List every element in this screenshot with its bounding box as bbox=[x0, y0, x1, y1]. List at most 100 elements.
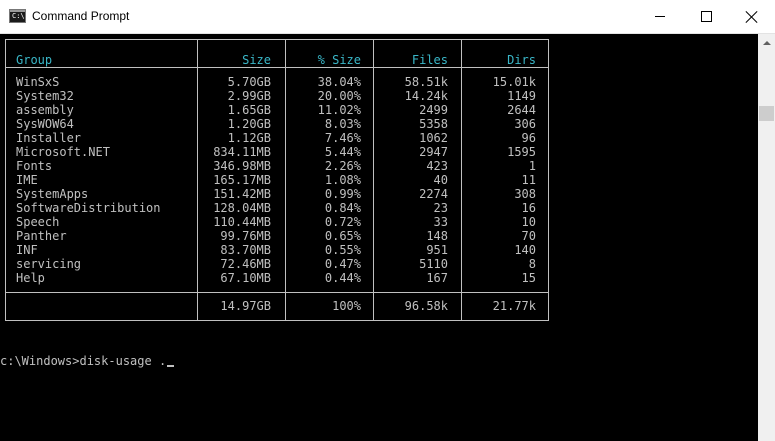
column-header-dirs: Dirs bbox=[507, 53, 536, 67]
arrow-up-icon bbox=[762, 40, 771, 45]
percent-cell: 2.26% bbox=[324, 159, 361, 173]
cmd-icon-glyph: C:\ bbox=[12, 12, 25, 20]
dirs-cell: 1 bbox=[528, 159, 536, 173]
group-cell: Panther bbox=[16, 229, 67, 243]
files-cell: 33 bbox=[433, 215, 448, 229]
cmd-icon: C:\ bbox=[9, 9, 26, 23]
size-cell: 110.44MB bbox=[213, 215, 271, 229]
dirs-cell: 140 bbox=[514, 243, 536, 257]
column-header-percent-size: % Size bbox=[317, 53, 361, 67]
percent-cell: 5.44% bbox=[324, 145, 361, 159]
dirs-cell: 8 bbox=[528, 257, 536, 271]
files-cell: 14.24k bbox=[404, 89, 448, 103]
dirs-cell: 308 bbox=[514, 187, 536, 201]
maximize-button[interactable] bbox=[683, 0, 729, 33]
size-cell: 1.20GB bbox=[227, 117, 271, 131]
size-cell: 1.65GB bbox=[227, 103, 271, 117]
percent-cell: 0.55% bbox=[324, 243, 361, 257]
dirs-cell: 1595 bbox=[507, 145, 536, 159]
group-cell: INF bbox=[16, 243, 38, 257]
dirs-cell: 15 bbox=[521, 271, 536, 285]
files-cell: 40 bbox=[433, 173, 448, 187]
group-cell: System32 bbox=[16, 89, 74, 103]
window-title: Command Prompt bbox=[32, 9, 130, 23]
group-cell: Speech bbox=[16, 215, 60, 229]
files-cell: 2499 bbox=[419, 103, 448, 117]
percent-cell: 8.03% bbox=[324, 117, 361, 131]
dirs-cell: 306 bbox=[514, 117, 536, 131]
percent-cell: 0.44% bbox=[324, 271, 361, 285]
group-cell: SystemApps bbox=[16, 187, 89, 201]
minimize-button[interactable] bbox=[637, 0, 683, 33]
files-cell: 2274 bbox=[419, 187, 448, 201]
column-divider bbox=[197, 40, 198, 320]
console-output[interactable]: Group Size % Size Files Dirs WinSxS 5.70G… bbox=[0, 34, 758, 441]
group-cell: assembly bbox=[16, 103, 74, 117]
column-header-files: Files bbox=[411, 53, 448, 67]
group-cell: SysWOW64 bbox=[16, 117, 74, 131]
header-divider bbox=[6, 67, 548, 68]
size-cell: 165.17MB bbox=[213, 173, 271, 187]
size-cell: 67.10MB bbox=[220, 271, 271, 285]
dirs-cell: 10 bbox=[521, 215, 536, 229]
files-cell: 5358 bbox=[419, 117, 448, 131]
total-size: 14.97GB bbox=[220, 299, 271, 313]
minimize-icon bbox=[655, 16, 665, 17]
files-cell: 5110 bbox=[419, 257, 448, 271]
percent-cell: 11.02% bbox=[317, 103, 361, 117]
files-cell: 167 bbox=[426, 271, 448, 285]
files-cell: 23 bbox=[433, 201, 448, 215]
command-line[interactable]: c:\Windows>disk-usage . bbox=[0, 354, 175, 368]
close-icon bbox=[746, 11, 758, 23]
column-header-group: Group bbox=[16, 53, 53, 67]
disk-usage-table: Group Size % Size Files Dirs WinSxS 5.70G… bbox=[5, 39, 549, 321]
files-cell: 423 bbox=[426, 159, 448, 173]
prompt-text: c:\Windows>disk-usage . bbox=[0, 354, 167, 368]
dirs-cell: 11 bbox=[521, 173, 536, 187]
scroll-up-button[interactable] bbox=[758, 34, 775, 51]
size-cell: 72.46MB bbox=[220, 257, 271, 271]
group-cell: Installer bbox=[16, 131, 82, 145]
title-bar[interactable]: C:\ Command Prompt bbox=[0, 0, 775, 34]
maximize-icon bbox=[700, 11, 712, 22]
close-button[interactable] bbox=[729, 0, 775, 33]
percent-cell: 0.47% bbox=[324, 257, 361, 271]
group-cell: Microsoft.NET bbox=[16, 145, 110, 159]
scrollbar-thumb[interactable] bbox=[759, 106, 774, 121]
percent-cell: 0.99% bbox=[324, 187, 361, 201]
size-cell: 2.99GB bbox=[227, 89, 271, 103]
dirs-cell: 70 bbox=[521, 229, 536, 243]
total-percent: 100% bbox=[332, 299, 361, 313]
size-cell: 83.70MB bbox=[220, 243, 271, 257]
group-cell: servicing bbox=[16, 257, 82, 271]
size-cell: 5.70GB bbox=[227, 75, 271, 89]
dirs-cell: 16 bbox=[521, 201, 536, 215]
percent-cell: 1.08% bbox=[324, 173, 361, 187]
files-cell: 58.51k bbox=[404, 75, 448, 89]
group-cell: SoftwareDistribution bbox=[16, 201, 161, 215]
dirs-cell: 2644 bbox=[507, 103, 536, 117]
percent-cell: 0.65% bbox=[324, 229, 361, 243]
vertical-scrollbar[interactable] bbox=[758, 34, 775, 441]
files-cell: 1062 bbox=[419, 131, 448, 145]
dirs-cell: 96 bbox=[521, 131, 536, 145]
files-cell: 951 bbox=[426, 243, 448, 257]
size-cell: 128.04MB bbox=[213, 201, 271, 215]
total-dirs: 21.77k bbox=[492, 299, 536, 313]
group-cell: Help bbox=[16, 271, 45, 285]
percent-cell: 0.72% bbox=[324, 215, 361, 229]
percent-cell: 20.00% bbox=[317, 89, 361, 103]
command-prompt-window: C:\ Command Prompt Group Size % Size Fil… bbox=[0, 0, 775, 441]
percent-cell: 0.84% bbox=[324, 201, 361, 215]
dirs-cell: 1149 bbox=[507, 89, 536, 103]
percent-cell: 7.46% bbox=[324, 131, 361, 145]
size-cell: 346.98MB bbox=[213, 159, 271, 173]
totals-divider bbox=[6, 292, 548, 293]
text-cursor bbox=[167, 365, 175, 367]
size-cell: 99.76MB bbox=[220, 229, 271, 243]
size-cell: 834.11MB bbox=[213, 145, 271, 159]
column-divider bbox=[285, 40, 286, 320]
group-cell: WinSxS bbox=[16, 75, 60, 89]
group-cell: Fonts bbox=[16, 159, 53, 173]
total-files: 96.58k bbox=[404, 299, 448, 313]
